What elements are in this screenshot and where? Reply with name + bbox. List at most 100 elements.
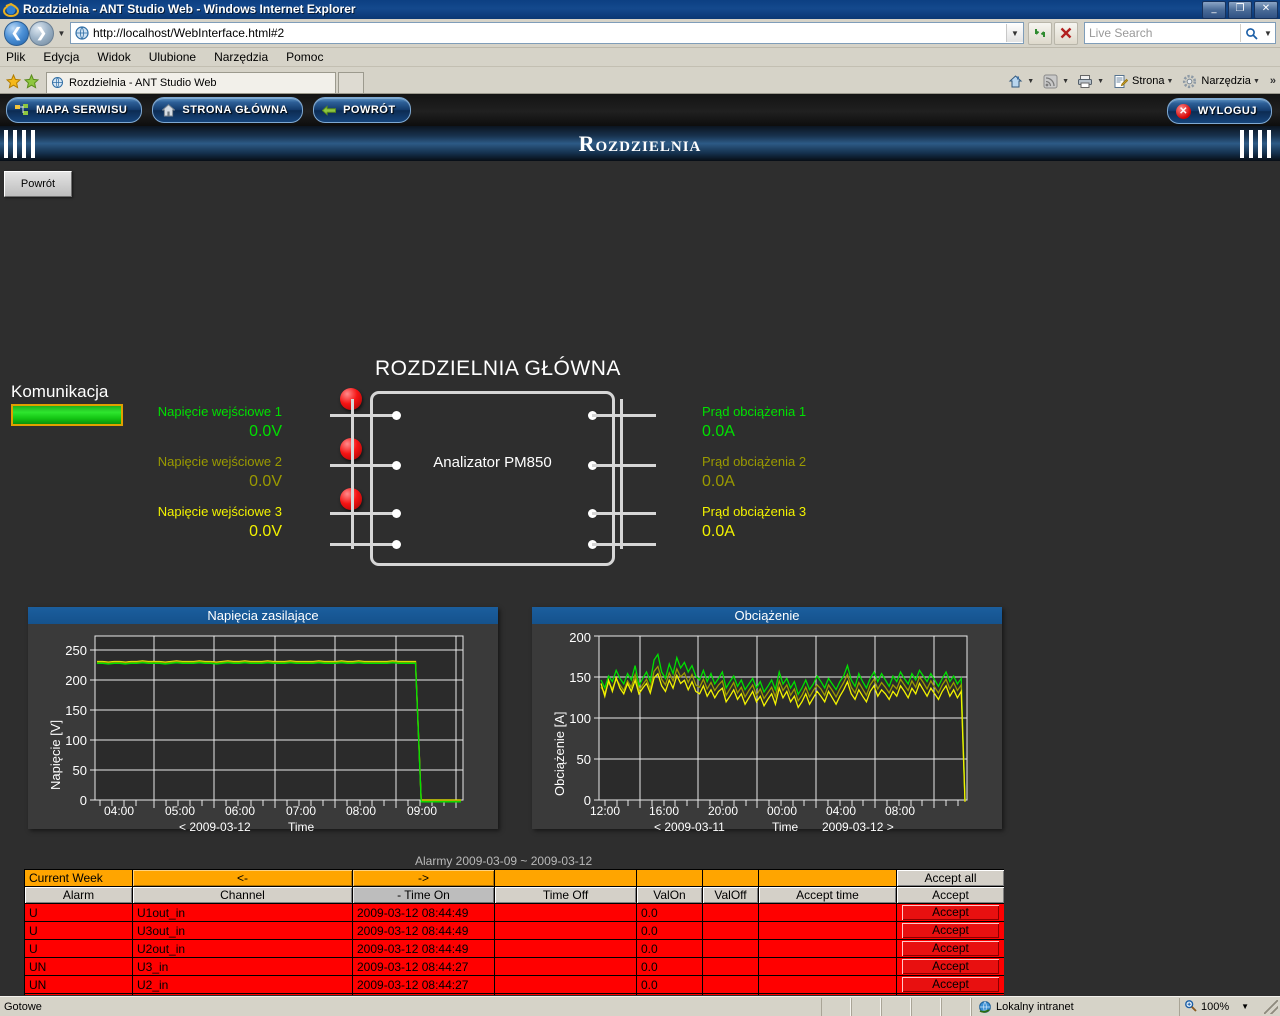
- menu-item-edycja[interactable]: Edycja: [43, 50, 79, 64]
- menu-item-narzedzia[interactable]: Narzędzia: [214, 50, 268, 64]
- cell-accept[interactable]: Accept: [896, 939, 1004, 958]
- rss-dropdown-icon[interactable]: ▼: [1062, 78, 1069, 85]
- chart-load-ylabel: Obciążenie [A]: [552, 711, 567, 796]
- cell-time-off: [494, 921, 637, 940]
- mapa-serwisu-button[interactable]: MAPA SERWISU: [6, 97, 143, 123]
- cell-accept[interactable]: Accept: [896, 903, 1004, 922]
- table-row[interactable]: UN U3_in 2009-03-12 08:44:27 0.0 Accept: [24, 957, 1004, 976]
- column-header-time-off[interactable]: Time Off: [494, 886, 637, 904]
- security-zone[interactable]: Lokalny intranet: [971, 997, 1179, 1016]
- security-zone-label: Lokalny intranet: [996, 1000, 1074, 1013]
- cell-time-on: 2009-03-12 08:44:27: [352, 975, 495, 994]
- cell-valon: 0.0: [636, 993, 703, 995]
- column-header-accept-time[interactable]: Accept time: [758, 886, 897, 904]
- input-voltage-3-label: Napięcie wejściowe 3: [157, 504, 282, 519]
- forward-button[interactable]: ❯: [29, 20, 54, 46]
- resize-grip[interactable]: [1264, 1000, 1278, 1014]
- chart-voltages-xtick-4: 08:00: [346, 804, 377, 818]
- search-icon[interactable]: [1240, 24, 1261, 42]
- chart-voltages-xtick-1: 05:00: [165, 804, 196, 818]
- sitemap-icon: [15, 103, 29, 117]
- page-title: Rozdzielnia: [578, 130, 702, 156]
- cell-accept[interactable]: Accept: [896, 957, 1004, 976]
- cell-alarm: U: [24, 921, 133, 940]
- strona-glowna-button[interactable]: STRONA GŁÓWNA: [152, 97, 304, 123]
- alarms-table: Current Week <- -> Accept all Alarm Chan…: [24, 869, 1004, 995]
- browser-tab[interactable]: Rozdzielnia - ANT Studio Web: [46, 72, 336, 93]
- accept-button[interactable]: Accept: [902, 977, 999, 992]
- input-voltage-3-value: 0.0V: [249, 523, 282, 540]
- add-favorite-icon[interactable]: [22, 72, 40, 90]
- restore-button[interactable]: ❐: [1228, 1, 1252, 19]
- cell-accept[interactable]: Accept: [896, 921, 1004, 940]
- table-row[interactable]: U U1out_in 2009-03-12 08:44:49 0.0 Accep…: [24, 903, 1004, 922]
- svg-text:200: 200: [569, 630, 591, 645]
- tools-menu-label[interactable]: Narzędzia: [1201, 75, 1251, 87]
- browser-command-bar: ▼ ▼ ▼ Strona ▼ Narzędzia ▼ »: [1005, 72, 1276, 90]
- close-button[interactable]: ✕: [1254, 1, 1278, 19]
- table-row[interactable]: U U2out_in 2009-03-12 08:44:49 0.0 Accep…: [24, 939, 1004, 958]
- column-header-alarm[interactable]: Alarm: [24, 886, 133, 904]
- print-dropdown-icon[interactable]: ▼: [1097, 78, 1104, 85]
- accept-button[interactable]: Accept: [902, 941, 999, 956]
- output-bus: [620, 399, 623, 549]
- svg-text:50: 50: [73, 763, 87, 778]
- column-header-valon[interactable]: ValOn: [636, 886, 703, 904]
- table-row[interactable]: UN U1_in 2009-03-12 08:44:27 0.0 Accept: [24, 993, 1004, 995]
- menu-item-pomoc[interactable]: Pomoc: [286, 50, 323, 64]
- chart-voltages-title: Napięcia zasilające: [28, 607, 498, 624]
- chart-load-xtick-0: 12:00: [590, 804, 621, 818]
- cell-accept[interactable]: Accept: [896, 993, 1004, 995]
- new-tab-button[interactable]: [338, 72, 364, 93]
- chart-voltages-body: 0 50 100 150 200 250 04:00 05:00 06:00 0…: [28, 624, 498, 834]
- table-row[interactable]: U U3out_in 2009-03-12 08:44:49 0.0 Accep…: [24, 921, 1004, 940]
- menu-item-ulubione[interactable]: Ulubione: [149, 50, 196, 64]
- address-bar[interactable]: http://localhost/WebInterface.html#2 ▼: [70, 22, 1024, 44]
- address-dropdown-icon[interactable]: ▼: [1006, 24, 1023, 42]
- search-input[interactable]: Live Search ▼: [1084, 22, 1276, 44]
- back-button-page[interactable]: Powrót: [4, 171, 72, 197]
- page-icon[interactable]: [1110, 72, 1130, 90]
- menu-item-plik[interactable]: Plik: [6, 50, 25, 64]
- zoom-dropdown-icon[interactable]: ▼: [1241, 1002, 1249, 1011]
- table-row[interactable]: UN U2_in 2009-03-12 08:44:27 0.0 Accept: [24, 975, 1004, 994]
- minimize-button[interactable]: _: [1202, 1, 1226, 19]
- next-week-button[interactable]: ->: [352, 869, 495, 887]
- address-bar-text[interactable]: http://localhost/WebInterface.html#2: [93, 26, 1006, 40]
- column-header-channel[interactable]: Channel: [132, 886, 353, 904]
- column-header-valoff[interactable]: ValOff: [702, 886, 759, 904]
- accept-all-button[interactable]: Accept all: [896, 869, 1004, 887]
- accept-button[interactable]: Accept: [902, 905, 999, 920]
- tools-menu-dropdown-icon[interactable]: ▼: [1253, 78, 1260, 85]
- main-heading: ROZDZIELNIA GŁÓWNA: [375, 357, 621, 380]
- page-menu-label[interactable]: Strona: [1132, 75, 1164, 87]
- cell-valon: 0.0: [636, 903, 703, 922]
- back-button[interactable]: ❮: [4, 20, 29, 46]
- toolbar-overflow-icon[interactable]: »: [1270, 75, 1276, 87]
- column-header-time-on[interactable]: - Time On: [352, 886, 495, 904]
- banner-bars-right: [1240, 126, 1276, 161]
- menu-item-widok[interactable]: Widok: [97, 50, 130, 64]
- search-dropdown-icon[interactable]: ▼: [1261, 24, 1275, 42]
- favorites-star-icon[interactable]: [4, 72, 22, 90]
- home-dropdown-icon[interactable]: ▼: [1027, 78, 1034, 85]
- logout-button[interactable]: ✕ WYLOGUJ: [1166, 98, 1272, 124]
- cell-channel: U1out_in: [132, 903, 353, 922]
- load-current-3-label: Prąd obciążenia 3: [702, 504, 807, 519]
- status-cell-5: [941, 997, 971, 1016]
- powrot-button[interactable]: POWRÓT: [313, 97, 411, 123]
- page-menu-dropdown-icon[interactable]: ▼: [1166, 78, 1173, 85]
- accept-button[interactable]: Accept: [902, 959, 999, 974]
- prev-week-button[interactable]: <-: [132, 869, 353, 887]
- gear-icon[interactable]: [1179, 72, 1199, 90]
- history-dropdown-icon[interactable]: ▼: [55, 23, 68, 43]
- column-header-accept[interactable]: Accept: [896, 886, 1004, 904]
- stop-icon[interactable]: [1054, 21, 1078, 45]
- chart-load-xtick-4: 04:00: [826, 804, 857, 818]
- accept-button[interactable]: Accept: [902, 923, 999, 938]
- print-icon[interactable]: [1075, 72, 1095, 90]
- refresh-icon[interactable]: [1028, 21, 1052, 45]
- browser-status-bar: Gotowe Lokalny intranet 100% ▼: [0, 996, 1280, 1016]
- home-icon[interactable]: [1005, 72, 1025, 90]
- cell-accept[interactable]: Accept: [896, 975, 1004, 994]
